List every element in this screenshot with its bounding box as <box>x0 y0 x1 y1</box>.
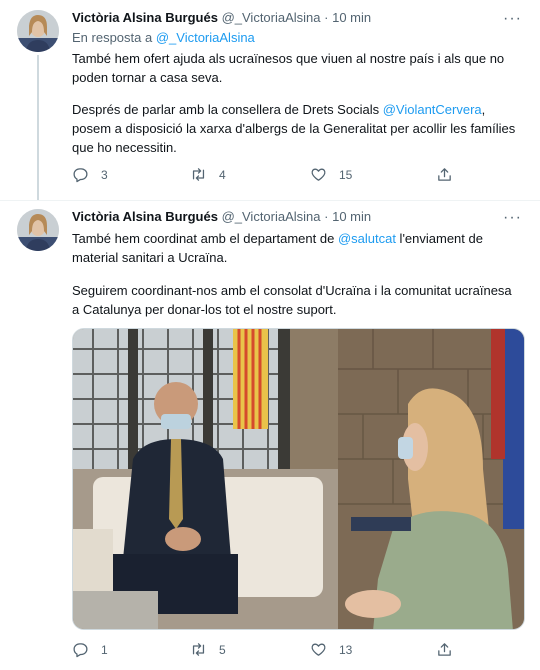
replying-to: En resposta a @_VictoriaAlsina <box>72 30 255 45</box>
tweet-header: Victòria Alsina Burgués @_VictoriaAlsina… <box>72 10 371 25</box>
author-name[interactable]: Victòria Alsina Burgués <box>72 209 218 224</box>
share-button[interactable] <box>436 166 465 183</box>
avatar[interactable] <box>17 10 59 52</box>
like-button[interactable]: 13 <box>310 641 352 658</box>
tweet-text-paragraph-2: Després de parlar amb la consellera de D… <box>72 100 522 157</box>
reply-icon <box>73 168 88 183</box>
timestamp[interactable]: 10 min <box>332 10 371 25</box>
meeting-photo-image <box>73 329 524 629</box>
retweet-count: 5 <box>219 642 226 657</box>
mention-link[interactable]: @ViolantCervera <box>383 102 482 117</box>
tweet-photo[interactable] <box>72 328 525 630</box>
author-handle[interactable]: @_VictoriaAlsina <box>222 10 321 25</box>
text-span: També hem coordinat amb el departament d… <box>72 231 338 246</box>
like-icon <box>311 168 326 181</box>
timestamp[interactable]: 10 min <box>332 209 371 224</box>
tweet-text-paragraph-2: Seguirem coordinant-nos amb el consolat … <box>72 283 512 317</box>
tweet-2[interactable]: Victòria Alsina Burgués @_VictoriaAlsina… <box>0 200 540 670</box>
separator: · <box>324 209 329 224</box>
retweet-count: 4 <box>219 167 226 182</box>
like-icon <box>311 643 326 656</box>
reply-icon <box>73 643 88 658</box>
like-count: 15 <box>339 167 353 182</box>
retweet-icon <box>192 643 205 656</box>
share-icon <box>438 168 451 181</box>
retweet-button[interactable]: 4 <box>190 166 226 183</box>
author-handle[interactable]: @_VictoriaAlsina <box>222 209 321 224</box>
author-name[interactable]: Victòria Alsina Burgués <box>72 10 218 25</box>
replying-handle-link[interactable]: @_VictoriaAlsina <box>156 30 255 45</box>
separator: · <box>324 10 329 25</box>
like-count: 13 <box>339 642 353 657</box>
tweet-actions: 1 5 13 <box>72 641 472 661</box>
reply-button[interactable]: 1 <box>72 641 108 658</box>
tweet-1[interactable]: Victòria Alsina Burgués @_VictoriaAlsina… <box>0 0 540 200</box>
reply-button[interactable]: 3 <box>72 166 108 183</box>
reply-count: 3 <box>101 167 108 182</box>
tweet-text-paragraph-1: També hem coordinat amb el departament d… <box>72 229 522 267</box>
reply-count: 1 <box>101 642 108 657</box>
retweet-button[interactable]: 5 <box>190 641 226 658</box>
share-button[interactable] <box>436 641 465 658</box>
thread-line <box>37 55 39 200</box>
replying-prefix: En resposta a <box>72 30 153 45</box>
avatar[interactable] <box>17 209 59 251</box>
text-span: Després de parlar amb la consellera de D… <box>72 102 383 117</box>
tweet-actions: 3 4 15 <box>72 166 472 186</box>
tweet-text-paragraph-1: També hem ofert ajuda als ucraïnesos que… <box>72 51 505 85</box>
more-icon[interactable]: ··· <box>503 209 522 227</box>
like-button[interactable]: 15 <box>310 166 352 183</box>
more-icon[interactable]: ··· <box>503 10 522 28</box>
share-icon <box>438 643 451 656</box>
retweet-icon <box>192 168 205 181</box>
tweet-header: Victòria Alsina Burgués @_VictoriaAlsina… <box>72 209 371 224</box>
mention-link[interactable]: @salutcat <box>338 231 396 246</box>
